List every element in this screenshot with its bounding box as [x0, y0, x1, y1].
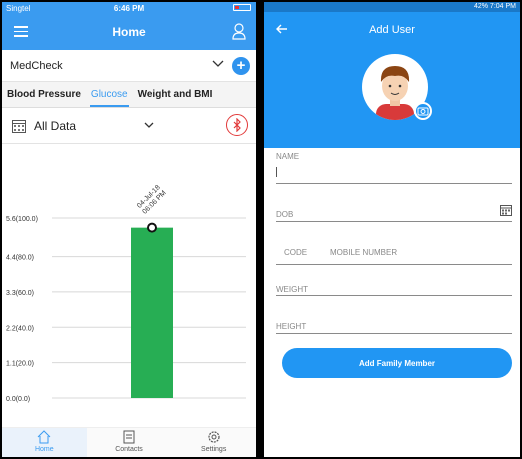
camera-icon [417, 107, 429, 116]
top-nav-bar: Home [2, 14, 256, 50]
add-device-button[interactable]: + [232, 57, 250, 75]
country-code-field[interactable]: CODE [276, 234, 312, 260]
glucose-bar [131, 227, 173, 398]
bluetooth-icon [233, 118, 241, 132]
tab-weight-bmi[interactable]: Weight and BMI [133, 82, 218, 107]
bottom-nav-settings[interactable]: Settings [171, 428, 256, 457]
name-placeholder: NAME [276, 152, 300, 161]
battery-icon [233, 4, 251, 11]
user-icon[interactable] [232, 23, 246, 40]
text-cursor [276, 167, 277, 177]
weight-field[interactable]: WEIGHT [276, 270, 512, 296]
back-arrow-icon[interactable] [276, 23, 288, 35]
phone-divider [276, 264, 512, 265]
chevron-down-icon[interactable] [144, 122, 154, 129]
medcheck-label: MedCheck [10, 59, 63, 72]
bottom-nav-label: Home [34, 446, 54, 453]
add-family-member-button[interactable]: Add Family Member [282, 348, 512, 378]
bottom-nav-home[interactable]: Home [2, 428, 87, 457]
dob-field[interactable]: DOB [276, 196, 512, 222]
y-tick-label: 0.0(0.0) [6, 396, 30, 403]
y-tick-label: 5.6(100.0) [6, 216, 38, 223]
bottom-nav-label: Settings [201, 446, 227, 453]
bottom-nav: Home Contacts Settings [2, 427, 256, 457]
status-text: 42% 7:04 PM [473, 3, 516, 10]
calendar-icon[interactable] [500, 204, 512, 216]
y-tick-label: 4.4(80.0) [6, 255, 34, 262]
y-tick-label: 1.1(20.0) [6, 361, 34, 368]
camera-button[interactable] [414, 102, 432, 120]
code-placeholder: CODE [284, 248, 308, 257]
bottom-nav-contacts[interactable]: Contacts [87, 428, 172, 457]
name-field[interactable]: NAME [276, 152, 512, 184]
profile-header [264, 48, 520, 148]
height-field[interactable]: HEIGHT [276, 306, 512, 334]
height-placeholder: HEIGHT [276, 322, 307, 331]
x-category-label: 04-Jul-1806:06 PM [136, 184, 168, 216]
menu-icon[interactable] [14, 26, 28, 37]
glucose-chart: 0.0(0.0) 1.1(20.0) 2.2(40.0) 3.3(60.0) 4.4(8… [6, 184, 246, 403]
chevron-down-icon[interactable] [212, 60, 224, 68]
settings-icon [208, 431, 220, 443]
page-title: Add User [369, 24, 415, 36]
mobile-placeholder: MOBILE NUMBER [330, 248, 398, 257]
status-bar: Singtel 6:46 PM [2, 2, 256, 14]
status-time: 6:46 PM [113, 3, 145, 13]
data-filter[interactable]: All Data [2, 108, 256, 144]
home-icon [37, 430, 51, 444]
status-bar: 42% 7:04 PM [264, 2, 520, 12]
mobile-number-field[interactable]: MOBILE NUMBER [322, 234, 512, 260]
bottom-nav-label: Contacts [115, 446, 143, 453]
tab-blood-pressure[interactable]: Blood Pressure [2, 82, 86, 107]
calendar-icon [12, 119, 26, 133]
page-title: Home [112, 25, 146, 39]
top-nav-bar: Add User [264, 12, 520, 48]
dob-placeholder: DOB [276, 210, 294, 219]
right-phone-screen: 42% 7:04 PM Add User NAME DOB CODE MOBIL… [264, 2, 520, 457]
screenshot-root: Singtel 6:46 PM Home MedCheck + Blood Pr… [0, 0, 522, 459]
y-tick-label: 2.2(40.0) [6, 325, 34, 332]
filter-label: All Data [34, 118, 77, 133]
data-point [147, 222, 157, 233]
medcheck-selector[interactable]: MedCheck + [2, 50, 256, 82]
weight-placeholder: WEIGHT [276, 285, 308, 294]
bluetooth-button[interactable] [226, 114, 248, 136]
tab-glucose[interactable]: Glucose [86, 82, 133, 107]
metric-tabs: Blood Pressure Glucose Weight and BMI [2, 82, 256, 108]
contacts-icon [123, 430, 135, 444]
y-tick-label: 3.3(60.0) [6, 290, 34, 297]
left-phone-screen: Singtel 6:46 PM Home MedCheck + Blood Pr… [2, 2, 256, 457]
